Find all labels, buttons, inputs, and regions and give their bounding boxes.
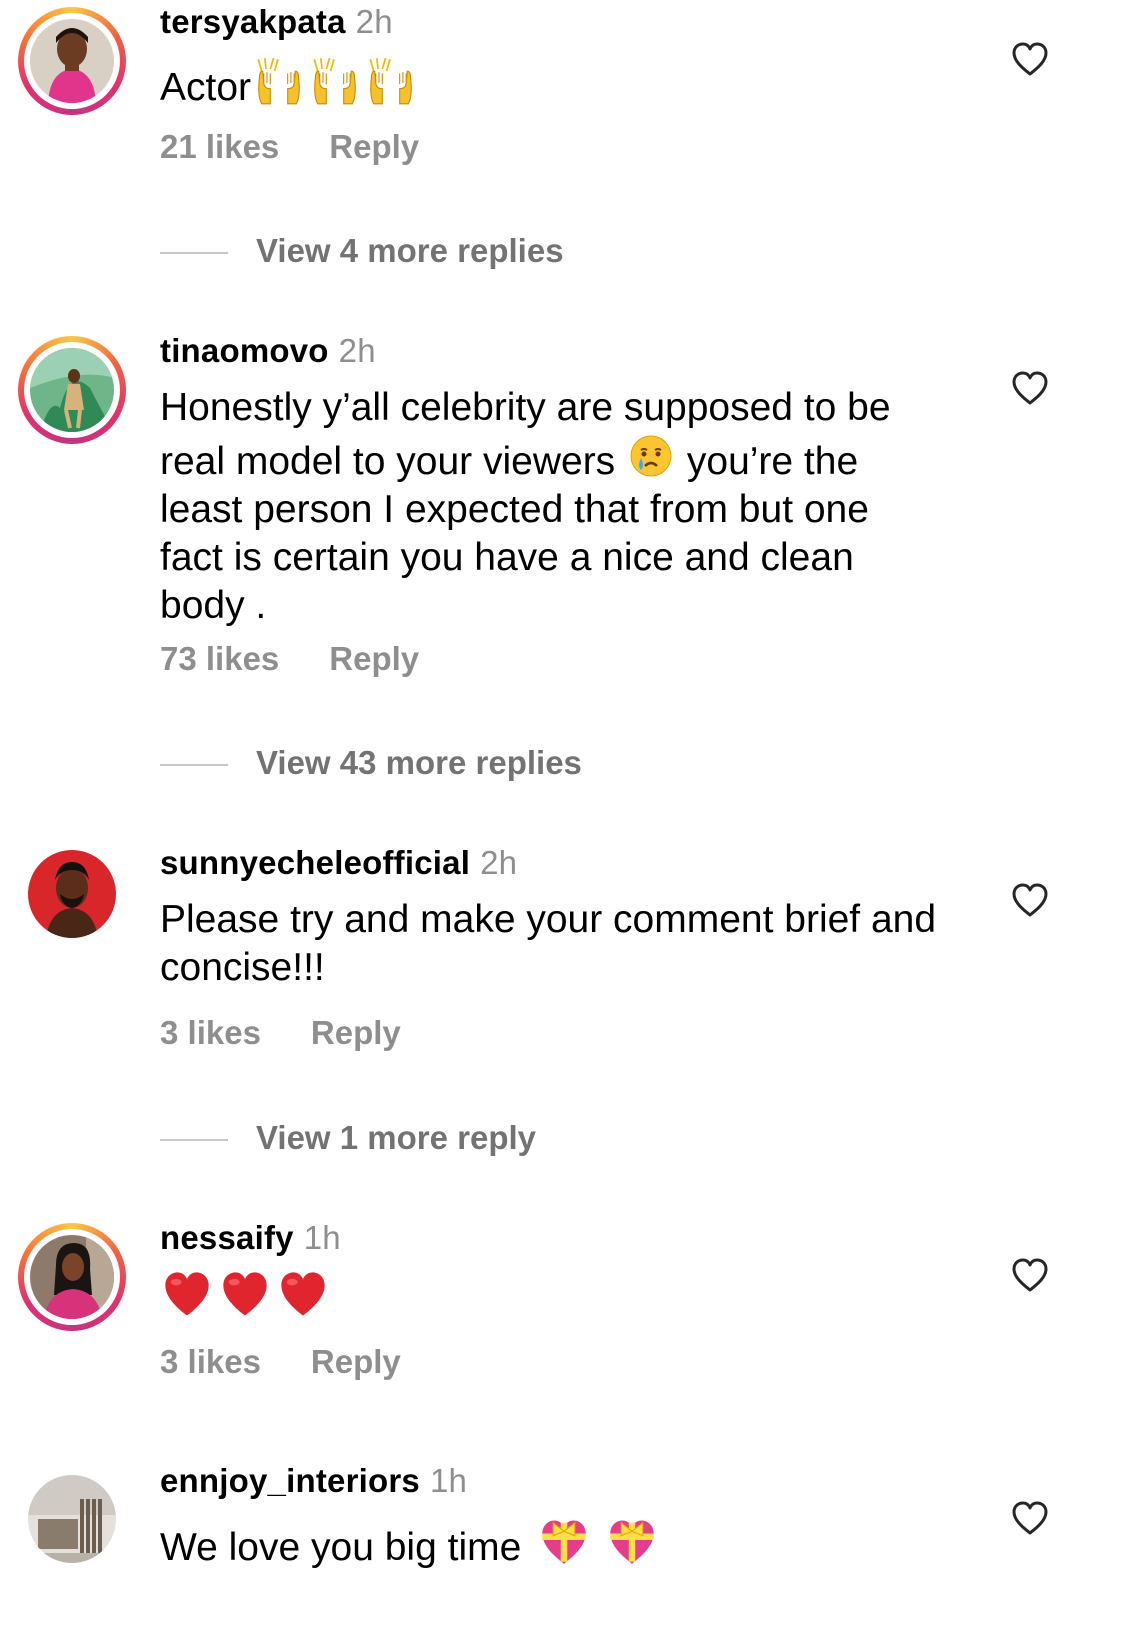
heart-icon[interactable] xyxy=(1010,1257,1050,1293)
likes-count[interactable]: 73 likes xyxy=(160,640,279,678)
raising-hands-icon xyxy=(257,57,301,105)
comment-text: Honestly y’all celebrity are supposed to… xyxy=(160,384,940,630)
heart-icon[interactable] xyxy=(1010,41,1050,77)
comment-text xyxy=(160,1268,960,1326)
comment-username[interactable]: tersyakpata 2h xyxy=(160,3,393,41)
comment-text-body: Actor xyxy=(160,66,252,109)
avatar-ring-inner xyxy=(24,342,120,438)
comment-meta: 73 likes Reply xyxy=(160,640,419,678)
heart-icon[interactable] xyxy=(1010,1500,1050,1536)
comment-time: 2h xyxy=(480,844,518,881)
red-heart-icon xyxy=(165,1272,209,1316)
view-more-replies[interactable]: View 4 more replies xyxy=(160,232,564,270)
view-more-replies[interactable]: View 1 more reply xyxy=(160,1119,536,1157)
raising-hands-icon xyxy=(313,57,357,105)
avatar-photo xyxy=(28,850,116,938)
raising-hands-icon xyxy=(369,57,413,105)
reply-button[interactable]: Reply xyxy=(311,1014,401,1052)
avatar-photo xyxy=(30,1235,114,1319)
view-more-divider xyxy=(160,252,228,255)
avatar-photo xyxy=(30,19,114,103)
comment-username[interactable]: ennjoy_interiors 1h xyxy=(160,1462,467,1500)
avatar[interactable] xyxy=(18,336,126,444)
crying-face-icon xyxy=(629,434,673,478)
likes-count[interactable]: 3 likes xyxy=(160,1343,261,1381)
comment-time: 1h xyxy=(429,1462,468,1499)
avatar-ring-inner xyxy=(24,1229,120,1325)
avatar[interactable] xyxy=(18,840,126,948)
likes-count[interactable]: 21 likes xyxy=(160,128,279,166)
heart-with-ribbon-icon xyxy=(541,1519,587,1565)
comment-time: 1h xyxy=(303,1219,341,1256)
heart-icon[interactable] xyxy=(1010,882,1050,918)
comment-text-body: We love you big time xyxy=(160,1526,522,1569)
comment-text: Actor xyxy=(160,56,960,112)
avatar[interactable] xyxy=(18,1223,126,1331)
username-text[interactable]: sunnyecheleofficial xyxy=(160,844,470,881)
avatar-ring-inner xyxy=(24,13,120,109)
reply-button[interactable]: Reply xyxy=(329,128,419,166)
comment-text: We love you big time xyxy=(160,1514,960,1572)
username-text[interactable]: nessaify xyxy=(160,1219,294,1256)
username-text[interactable]: tersyakpata xyxy=(160,3,346,40)
comment-meta: 3 likes Reply xyxy=(160,1343,401,1381)
comment-text: Please try and make your comment brief a… xyxy=(160,898,937,989)
comment-username[interactable]: nessaify 1h xyxy=(160,1219,341,1257)
comment-meta: 3 likes Reply xyxy=(160,1014,401,1052)
view-more-label[interactable]: View 4 more replies xyxy=(256,232,564,269)
avatar-photo xyxy=(28,1475,116,1563)
view-more-label[interactable]: View 43 more replies xyxy=(256,744,582,781)
reply-button[interactable]: Reply xyxy=(329,640,419,678)
view-more-label[interactable]: View 1 more reply xyxy=(256,1119,536,1156)
avatar[interactable] xyxy=(18,7,126,115)
comment-time: 2h xyxy=(338,332,376,369)
avatar-photo xyxy=(30,348,114,432)
heart-icon[interactable] xyxy=(1010,370,1050,406)
red-heart-icon xyxy=(223,1272,267,1316)
comment-username[interactable]: sunnyecheleofficial 2h xyxy=(160,844,517,882)
comment-time: 2h xyxy=(355,3,393,40)
likes-count[interactable]: 3 likes xyxy=(160,1014,261,1052)
view-more-replies[interactable]: View 43 more replies xyxy=(160,744,582,782)
username-text[interactable]: ennjoy_interiors xyxy=(160,1462,420,1499)
heart-with-ribbon-icon xyxy=(609,1519,655,1565)
comment-username[interactable]: tinaomovo 2h xyxy=(160,332,376,370)
username-text[interactable]: tinaomovo xyxy=(160,332,329,369)
comment-meta: 21 likes Reply xyxy=(160,128,419,166)
view-more-divider xyxy=(160,764,228,767)
avatar[interactable] xyxy=(18,1465,126,1573)
red-heart-icon xyxy=(281,1272,325,1316)
reply-button[interactable]: Reply xyxy=(311,1343,401,1381)
view-more-divider xyxy=(160,1139,228,1142)
